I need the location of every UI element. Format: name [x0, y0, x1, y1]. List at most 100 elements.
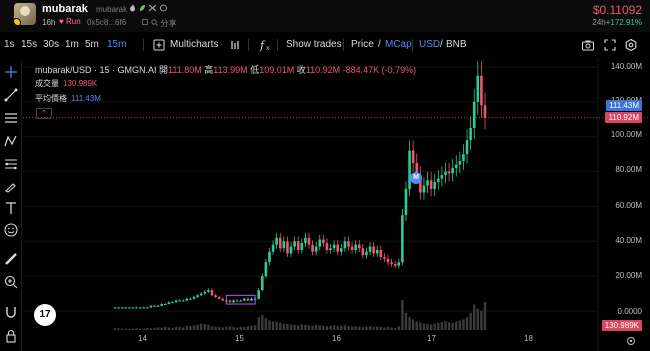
text-tool[interactable] [3, 200, 19, 216]
twitter-icon[interactable] [149, 4, 157, 12]
candle[interactable] [199, 293, 203, 296]
candle[interactable] [429, 180, 433, 189]
candle[interactable] [322, 239, 325, 244]
candle[interactable] [153, 305, 156, 307]
candle[interactable] [379, 250, 383, 257]
emoji-tool[interactable] [3, 222, 19, 238]
candle[interactable] [178, 300, 181, 302]
candle[interactable] [350, 246, 354, 250]
interval-15s[interactable]: 15s [21, 39, 37, 50]
candle[interactable] [368, 246, 372, 252]
candle[interactable] [300, 243, 304, 250]
candle[interactable] [135, 307, 138, 309]
candle[interactable] [192, 297, 196, 299]
candle[interactable] [278, 237, 282, 249]
candle[interactable] [232, 300, 235, 303]
candle[interactable] [304, 237, 307, 244]
contract-address[interactable]: 0x5c8...6f6 [87, 18, 126, 27]
candle[interactable] [264, 262, 268, 277]
candle[interactable] [444, 171, 447, 176]
candle[interactable] [472, 101, 476, 128]
candle[interactable] [383, 256, 386, 259]
candle[interactable] [336, 244, 340, 252]
candle[interactable] [235, 300, 239, 302]
candle[interactable] [217, 297, 221, 299]
candle[interactable] [124, 307, 128, 309]
fullscreen-icon[interactable] [603, 38, 617, 52]
collapse-legend-button[interactable]: ⌃ [36, 108, 52, 119]
candle[interactable] [440, 175, 444, 179]
candle[interactable] [275, 237, 278, 245]
candle[interactable] [354, 244, 357, 250]
candle[interactable] [196, 295, 199, 298]
copy-icon[interactable] [142, 19, 149, 26]
candle[interactable] [386, 258, 390, 263]
candle[interactable] [307, 237, 311, 245]
candle[interactable] [314, 246, 318, 252]
candle[interactable] [372, 246, 375, 254]
candle[interactable] [411, 150, 415, 163]
zoom-tool[interactable] [3, 274, 19, 290]
interval-1m[interactable]: 1m [65, 39, 79, 50]
candle[interactable] [318, 239, 322, 247]
candle[interactable] [146, 307, 149, 309]
interval-5m[interactable]: 5m [85, 39, 99, 50]
chart-settings-icon[interactable] [626, 336, 636, 346]
function-icon[interactable]: fx [258, 38, 272, 52]
candle[interactable] [203, 291, 207, 294]
candle[interactable] [156, 305, 160, 307]
candle[interactable] [142, 307, 146, 309]
flame-icon[interactable] [129, 4, 136, 12]
candle[interactable] [120, 307, 124, 309]
candle[interactable] [365, 251, 368, 256]
multicharts-button[interactable]: Multicharts [170, 39, 218, 50]
interval-30s[interactable]: 30s [43, 39, 59, 50]
candle[interactable] [332, 244, 336, 249]
candle[interactable] [469, 128, 472, 141]
settings-icon[interactable] [624, 38, 638, 52]
candle[interactable] [243, 298, 246, 301]
candle[interactable] [271, 244, 275, 252]
candle[interactable] [433, 182, 437, 189]
ruler-tool[interactable] [3, 251, 19, 267]
candle[interactable] [268, 251, 271, 263]
candle[interactable] [296, 241, 300, 250]
indicator-bars-icon[interactable] [228, 38, 242, 52]
web-icon[interactable] [159, 4, 167, 12]
pattern-tool[interactable] [3, 133, 19, 149]
candle[interactable] [451, 168, 454, 174]
candle[interactable] [483, 105, 487, 118]
candle[interactable] [250, 298, 253, 301]
candle[interactable] [131, 307, 135, 309]
candle[interactable] [437, 178, 440, 183]
candle[interactable] [401, 215, 404, 263]
candle[interactable] [480, 75, 483, 106]
magnet-tool[interactable] [3, 304, 19, 320]
candle[interactable] [357, 244, 361, 249]
trendline-tool[interactable] [3, 87, 19, 103]
price-toggle[interactable]: Price [351, 39, 374, 50]
search-icon[interactable] [151, 19, 159, 26]
candle[interactable] [465, 140, 469, 155]
candle[interactable] [239, 300, 243, 302]
candle[interactable] [113, 307, 117, 309]
interval-15m[interactable]: 15m [107, 39, 126, 50]
candle[interactable] [181, 300, 185, 302]
candle[interactable] [228, 300, 232, 303]
fib-tool[interactable] [3, 156, 19, 172]
candle[interactable] [171, 302, 174, 304]
candle[interactable] [174, 300, 178, 303]
candle[interactable] [210, 290, 214, 296]
share-button[interactable]: 分享 [142, 18, 176, 29]
bnb-toggle[interactable]: BNB [446, 39, 467, 50]
candle[interactable] [329, 248, 332, 250]
candle[interactable] [458, 161, 462, 165]
candle[interactable] [286, 241, 289, 254]
candle[interactable] [189, 298, 192, 300]
candle[interactable] [361, 248, 365, 256]
candle[interactable] [447, 171, 451, 174]
candle[interactable] [454, 164, 458, 169]
candle[interactable] [167, 302, 171, 305]
price-chart[interactable] [23, 58, 650, 351]
candle[interactable] [422, 185, 426, 193]
